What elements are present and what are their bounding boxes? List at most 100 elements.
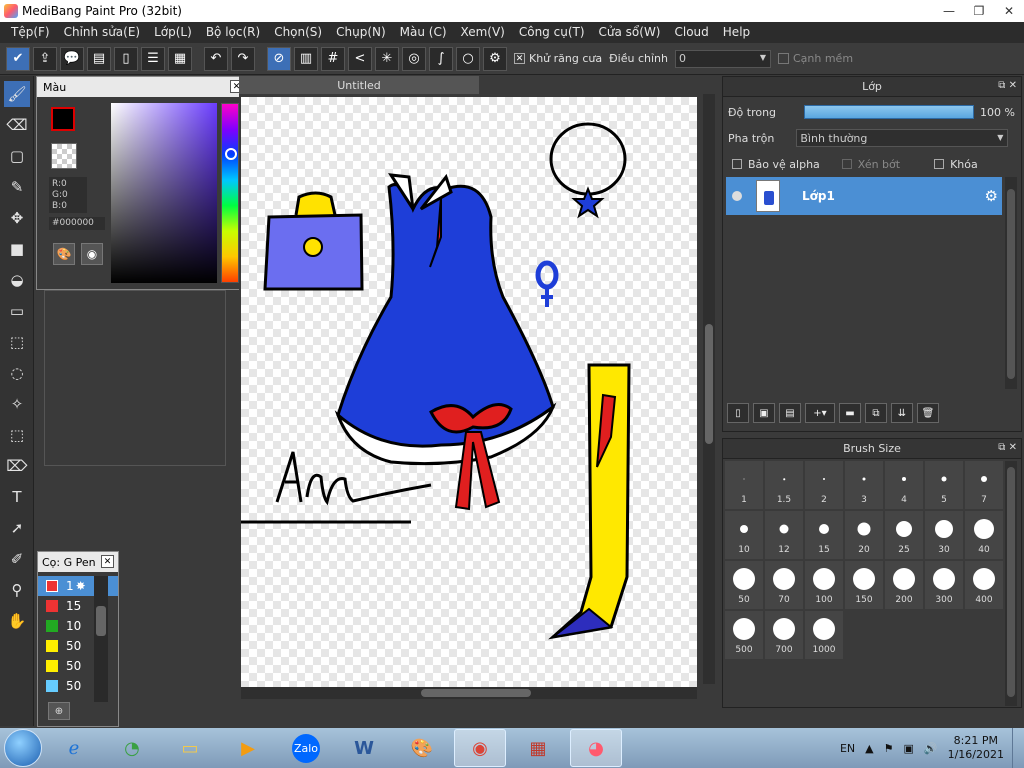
gear-icon[interactable]: ✸ (76, 579, 86, 593)
brush-size-cell[interactable]: 12 (764, 510, 804, 560)
bucket-tool-icon[interactable]: ◒ (4, 267, 30, 293)
menu-color[interactable]: Màu (C) (393, 22, 454, 43)
protect-alpha-checkbox[interactable] (732, 159, 742, 169)
tab-untitled[interactable]: Untitled (239, 76, 479, 94)
brush-size-cell[interactable]: 50 (724, 560, 764, 610)
cloud-save-icon[interactable]: ✔ (6, 46, 30, 71)
hue-slider[interactable] (221, 103, 239, 283)
brush-size-cell[interactable]: 30 (924, 510, 964, 560)
background-color-swatch[interactable] (51, 143, 77, 169)
antialias-checkbox[interactable]: ✕ (514, 53, 525, 64)
gradient-tool-icon[interactable]: ▭ (4, 298, 30, 324)
snap-perspective-icon[interactable]: < (348, 46, 372, 71)
medibang-taskbar-icon[interactable]: ◕ (570, 729, 622, 767)
delete-layer-icon[interactable]: 🗑 (917, 403, 939, 423)
folder-icon[interactable]: ▬ (839, 403, 861, 423)
brush-size-cell[interactable]: 2 (804, 460, 844, 510)
language-indicator[interactable]: EN (840, 742, 855, 755)
panel-controls-icon[interactable]: ⧉ ✕ (998, 442, 1017, 453)
menu-tools[interactable]: Công cụ(T) (512, 22, 592, 43)
new-layer-icon[interactable]: ▯ (727, 403, 749, 423)
tray-expand-icon[interactable]: ▲ (865, 742, 873, 755)
menu-help[interactable]: Help (716, 22, 757, 43)
brush-size-cell[interactable]: 150 (844, 560, 884, 610)
blend-mode-select[interactable]: Bình thường ▼ (796, 129, 1009, 147)
file-explorer-icon[interactable]: ▭ (164, 729, 216, 767)
eyedropper-tool-icon[interactable]: ⚲ (4, 577, 30, 603)
operation-tool-icon[interactable]: ➚ (4, 515, 30, 541)
media-player-icon[interactable]: ▶ (222, 729, 274, 767)
close-button[interactable]: ✕ (994, 0, 1024, 22)
duplicate-layer-icon[interactable]: ⧉ (865, 403, 887, 423)
brush-size-cell[interactable]: 70 (764, 560, 804, 610)
clip-checkbox[interactable] (841, 159, 852, 169)
snap-curve-icon[interactable]: ∫ (429, 46, 453, 71)
brush-size-cell[interactable]: 500 (724, 610, 764, 660)
page-manage-icon[interactable]: ▦ (168, 46, 192, 71)
menu-file[interactable]: Tệp(F) (4, 22, 57, 43)
saturation-value-picker[interactable] (111, 103, 217, 283)
new-halftone-layer-icon[interactable]: ▣ (753, 403, 775, 423)
layer-scrollbar[interactable] (1005, 177, 1017, 389)
word-icon[interactable]: W (338, 729, 390, 767)
antialias-toggle[interactable]: ✕ Khử răng cưa (514, 52, 602, 65)
brush-size-cell[interactable]: 1 (724, 460, 764, 510)
brush-size-scrollbar[interactable] (1005, 461, 1017, 706)
brush-size-cell[interactable]: 400 (964, 560, 1004, 610)
canvas-vertical-scrollbar[interactable] (703, 94, 715, 684)
snap-grid-icon[interactable]: # (321, 46, 345, 71)
foreground-color-swatch[interactable] (51, 107, 75, 131)
zalo-icon[interactable]: Zalo (280, 729, 332, 767)
select-eraser-tool-icon[interactable]: ⌦ (4, 453, 30, 479)
text-tool-icon[interactable]: T (4, 484, 30, 510)
brush-size-cell[interactable]: 300 (924, 560, 964, 610)
brush-tool-icon[interactable]: 🖌 (4, 81, 30, 107)
hand-tool-icon[interactable]: ✋ (4, 608, 30, 634)
paint-icon[interactable]: 🎨 (396, 729, 448, 767)
brush-size-cell[interactable]: 1000 (804, 610, 844, 660)
drawing-canvas[interactable] (241, 97, 697, 687)
hex-value[interactable]: #000000 (49, 217, 105, 230)
brush-scrollbar[interactable] (94, 576, 108, 702)
brush-size-cell[interactable]: 100 (804, 560, 844, 610)
brush-size-cell[interactable]: 4 (884, 460, 924, 510)
scroll-thumb[interactable] (1007, 189, 1015, 379)
brush-size-cell[interactable]: 1.5 (764, 460, 804, 510)
lasso-tool-icon[interactable]: ◌ (4, 360, 30, 386)
divide-tool-icon[interactable]: ✐ (4, 546, 30, 572)
menu-select[interactable]: Chọn(S) (267, 22, 329, 43)
move-tool-icon[interactable]: ✥ (4, 205, 30, 231)
scroll-thumb[interactable] (1007, 467, 1015, 697)
menu-edit[interactable]: Chỉnh sửa(E) (57, 22, 148, 43)
layer-row[interactable]: Lớp1 ⚙ (726, 177, 1002, 215)
magic-wand-tool-icon[interactable]: ✧ (4, 391, 30, 417)
lock-checkbox[interactable] (934, 159, 945, 169)
eraser-tool-icon[interactable]: ⌫ (4, 112, 30, 138)
adjust-select[interactable]: 0 ▼ (674, 49, 771, 68)
fill-rect-tool-icon[interactable]: ■ (4, 236, 30, 262)
snap-off-icon[interactable]: ⊘ (267, 46, 291, 71)
comment-icon[interactable]: 💬 (60, 46, 84, 71)
blur-tool-icon[interactable]: ✎ (4, 174, 30, 200)
menu-filter[interactable]: Bộ lọc(R) (199, 22, 267, 43)
snap-radial-icon[interactable]: ✳ (375, 46, 399, 71)
undo-icon[interactable]: ↶ (204, 46, 228, 71)
add-layer-menu-icon[interactable]: +▾ (805, 403, 835, 423)
soft-edge-checkbox[interactable] (777, 53, 789, 64)
snap-ellipse-icon[interactable]: ○ (456, 46, 480, 71)
restore-button[interactable]: ❐ (964, 0, 994, 22)
snap-parallel-icon[interactable]: ▥ (294, 46, 318, 71)
close-icon[interactable]: ✕ (101, 555, 114, 568)
add-palette-icon[interactable]: ◉ (81, 243, 103, 265)
soft-edge-toggle[interactable]: Cạnh mềm (777, 52, 853, 65)
menu-layer[interactable]: Lớp(L) (147, 22, 199, 43)
snap-settings-icon[interactable]: ⚙ (483, 46, 507, 71)
brush-size-cell[interactable]: 40 (964, 510, 1004, 560)
brush-size-cell[interactable]: 15 (804, 510, 844, 560)
rect-select-tool-icon[interactable]: ⬚ (4, 329, 30, 355)
brush-size-cell[interactable]: 3 (844, 460, 884, 510)
gear-icon[interactable]: ⚙ (985, 187, 998, 205)
network-icon[interactable]: ▣ (903, 742, 913, 755)
menu-cloud[interactable]: Cloud (668, 22, 716, 43)
merge-layer-icon[interactable]: ⇊ (891, 403, 913, 423)
